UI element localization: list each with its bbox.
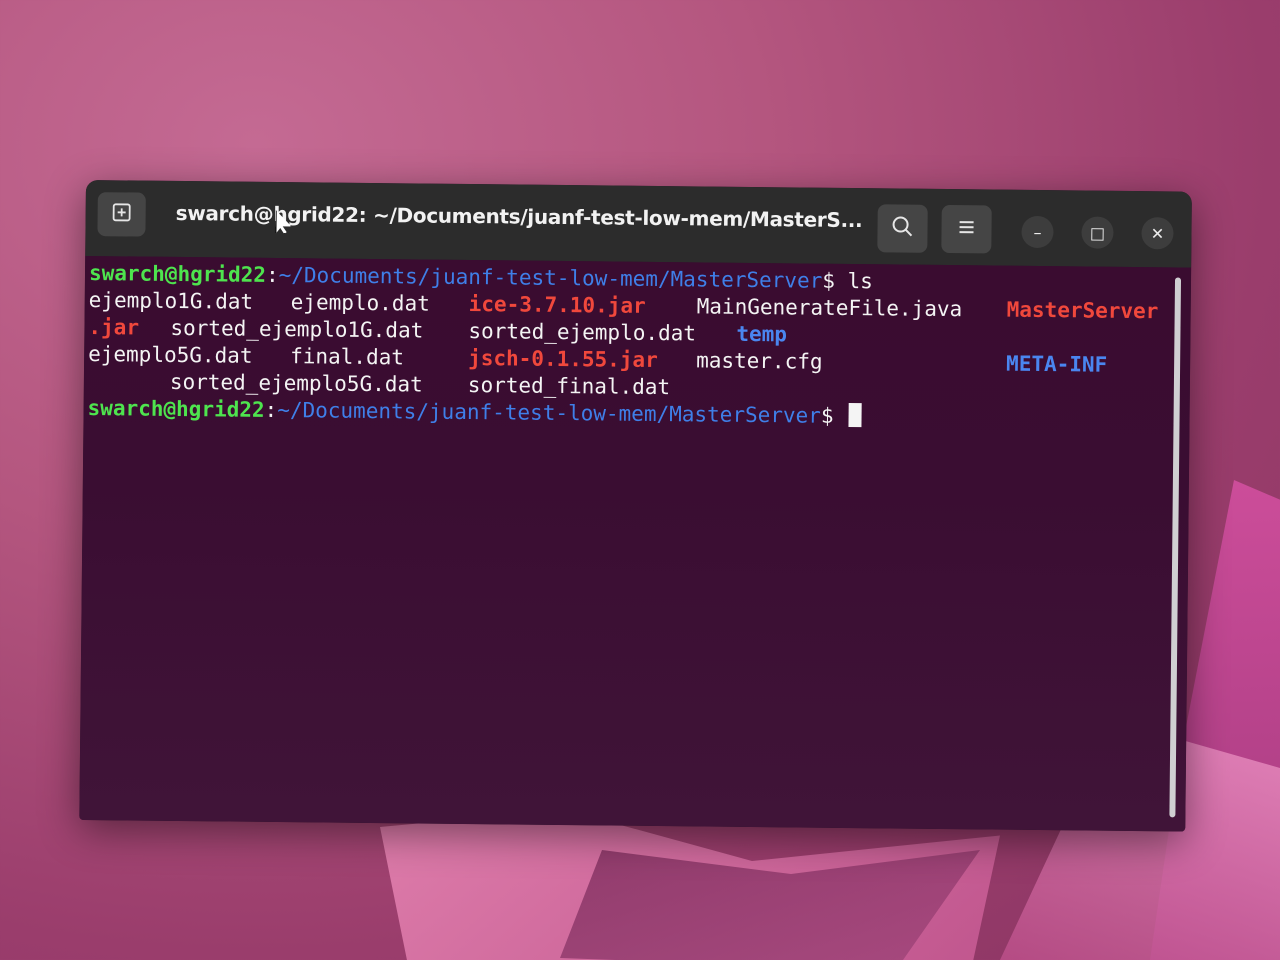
file-name: sorted_ejemplo5G.dat: [169, 369, 423, 397]
new-tab-button[interactable]: [97, 192, 146, 237]
directory-name: temp: [736, 321, 788, 347]
directory-name: META-INF: [1006, 351, 1108, 377]
close-button[interactable]: ✕: [1141, 217, 1174, 250]
prompt-path: ~/Documents/juanf-test-low-mem/MasterSer…: [277, 398, 822, 428]
maximize-icon: □: [1089, 223, 1106, 243]
prompt-symbol: $: [820, 403, 834, 428]
close-icon: ✕: [1150, 223, 1165, 243]
title-bar[interactable]: swarch@hgrid22: ~/Documents/juanf-test-l…: [85, 180, 1192, 268]
terminal-output[interactable]: swarch@hgrid22:~/Documents/juanf-test-lo…: [79, 255, 1192, 832]
file-name: sorted_ejemplo1G.dat: [170, 315, 424, 343]
archive-name: MasterServer: [1006, 297, 1159, 324]
hamburger-menu-icon: [955, 216, 977, 242]
text-cursor: [848, 402, 862, 428]
wallpaper-shape: [380, 810, 1000, 960]
minimize-button[interactable]: –: [1021, 215, 1054, 249]
file-name: sorted_ejemplo.dat: [468, 319, 697, 346]
archive-name: jsch-0.1.55.jar: [468, 346, 658, 372]
file-name: ejemplo5G.dat: [88, 342, 253, 368]
archive-name: ice-3.7.10.jar: [468, 292, 646, 318]
prompt-colon: :: [265, 262, 279, 288]
terminal-window: swarch@hgrid22: ~/Documents/juanf-test-l…: [79, 180, 1192, 832]
prompt-path: ~/Documents/juanf-test-low-mem/MasterSer…: [278, 263, 823, 293]
wallpaper-shape: [560, 850, 980, 960]
minimize-icon: –: [1033, 222, 1042, 242]
prompt-user: swarch@hgrid22: [88, 261, 267, 287]
archive-name: .jar: [88, 315, 140, 340]
prompt-symbol: $: [822, 268, 836, 293]
command-text: ls: [834, 268, 874, 294]
search-button[interactable]: [877, 204, 928, 253]
menu-button[interactable]: [941, 204, 992, 254]
prompt-user: swarch@hgrid22: [87, 396, 265, 422]
file-name: master.cfg: [696, 348, 823, 374]
file-name: ejemplo.dat: [290, 290, 430, 316]
prompt-colon: :: [264, 397, 278, 423]
file-name: MainGenerateFile.java: [696, 294, 963, 322]
file-name: sorted_final.dat: [467, 373, 671, 400]
maximize-button[interactable]: □: [1081, 216, 1114, 249]
new-tab-icon: [111, 201, 133, 227]
search-icon: [890, 214, 914, 242]
file-name: ejemplo1G.dat: [88, 288, 254, 314]
file-name: final.dat: [290, 344, 405, 370]
